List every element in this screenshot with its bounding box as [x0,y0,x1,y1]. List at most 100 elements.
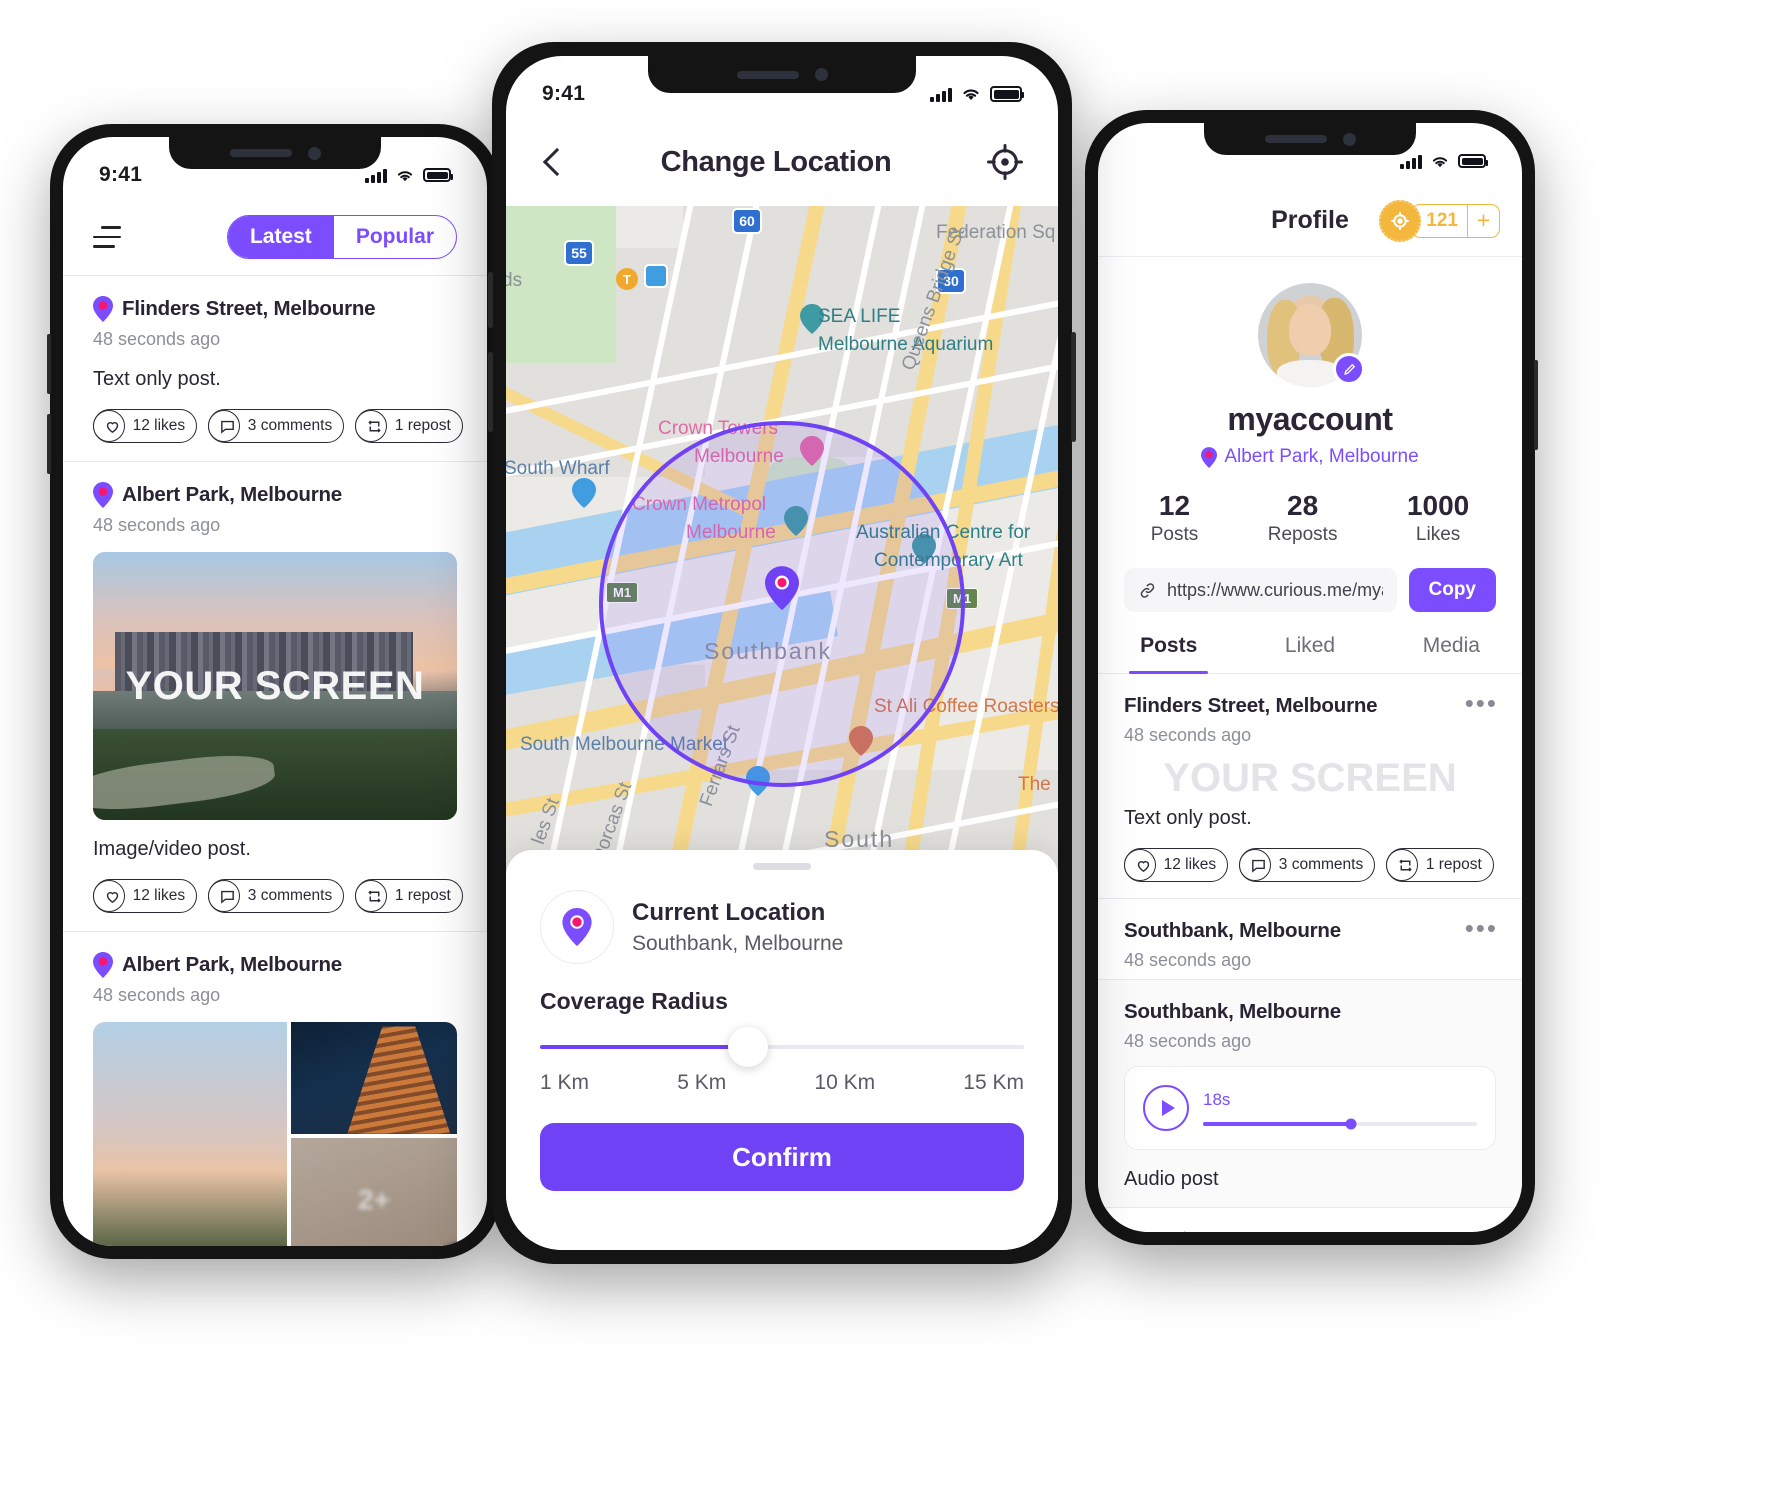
stat-posts[interactable]: 12 Posts [1151,490,1199,546]
feed-sort-segmented-control[interactable]: Latest Popular [226,215,457,259]
tick-1km: 1 Km [540,1071,590,1094]
copy-button[interactable]: Copy [1408,568,1496,612]
current-location-pin-icon[interactable] [765,566,799,611]
tab-popular[interactable]: Popular [334,216,456,258]
post-text: Audio post [1124,1168,1219,1190]
right-phone-notch [1204,123,1416,155]
play-icon[interactable] [1143,1085,1189,1131]
crosshair-icon[interactable] [986,143,1024,181]
profile-post-audio[interactable]: Southbank, Melbourne 48 seconds ago 18s … [1098,980,1522,1207]
repost-button[interactable]: 1 repost [1385,848,1494,882]
grid-tile-more[interactable]: 2+ [290,1137,457,1246]
comment-count: 3 comments [247,887,333,904]
tram-stop-icon: T [616,268,638,290]
post-location-row: Flinders Street, Melbourne [1124,694,1496,718]
profile-post[interactable]: ••• Southbank, Melbourne 48 seconds ago [1098,899,1522,979]
current-location-title: Current Location [632,898,826,926]
map-label-the: The [1018,774,1051,795]
pencil-icon[interactable] [1333,353,1365,385]
stat-reposts[interactable]: 28 Reposts [1268,490,1338,546]
comment-icon [207,880,240,912]
location-bottom-sheet[interactable]: Current Location Southbank, Melbourne Co… [506,850,1058,1250]
audio-player-card[interactable]: 18s [1124,1066,1496,1150]
stat-value: 12 [1158,490,1191,521]
front-camera [307,146,321,160]
profile-tabs[interactable]: Posts Liked Media [1098,634,1522,674]
repost-button[interactable]: 1 repost [354,409,463,443]
earpiece-speaker [1264,135,1327,143]
volume-down-button[interactable] [47,414,51,474]
center-phone-notch [648,56,916,93]
coin-count-pill[interactable]: 121 + [1411,203,1500,238]
current-location-value: Southbank, Melbourne [632,931,844,955]
audio-progress-slider[interactable] [1203,1118,1477,1130]
user-location-row[interactable]: Albert Park, Melbourne [1098,446,1522,468]
location-pin-icon [93,482,113,508]
audio-progress-knob[interactable] [1345,1118,1357,1130]
post-actions: 12 likes 3 comments 1 repost [1123,848,1496,882]
post-media-image[interactable]: YOUR SCREEN [93,552,457,820]
heart-icon [92,880,125,912]
tick-5km: 5 Km [677,1071,727,1094]
map-label-sealife: SEA LIFE [818,306,901,327]
volume-up-button[interactable] [488,272,493,328]
slider-tick-labels: 1 Km 5 Km 10 Km 15 Km [506,1049,1058,1095]
comment-button[interactable]: 3 comments [1238,848,1376,882]
stat-likes[interactable]: 1000 Likes [1407,490,1469,546]
profile-post[interactable]: Repost. 12 likes 3 comments 1 repost [1098,1208,1522,1232]
comment-icon [207,410,240,442]
post-text: Text only post. [93,368,221,390]
like-count: 12 likes [132,887,186,904]
feed-post[interactable]: Albert Park, Melbourne 48 seconds ago 2+ [63,932,487,1246]
route-shield-55: 55 [564,240,594,266]
media-watermark: YOUR SCREEN [1163,756,1457,800]
post-actions: 12 likes 3 comments 1 repost [92,879,463,913]
tick-15km: 15 Km [963,1071,1024,1094]
volume-down-button[interactable] [488,352,493,432]
like-button[interactable]: 12 likes [92,409,198,443]
current-location-icon-ring [540,890,614,964]
current-location-row[interactable]: Current Location Southbank, Melbourne [506,870,1058,964]
audio-progress-area[interactable]: 18s [1203,1090,1477,1130]
volume-up-button[interactable] [47,334,51,394]
coverage-radius-slider[interactable] [540,1027,1024,1067]
avatar-wrapper[interactable] [1258,283,1365,387]
like-button[interactable]: 12 likes [92,879,198,913]
ellipsis-icon[interactable]: ••• [1465,690,1498,716]
slider-knob[interactable] [728,1027,769,1067]
repost-button[interactable]: 1 repost [354,879,463,913]
feed-post[interactable]: Albert Park, Melbourne 48 seconds ago YO… [63,462,487,931]
coin-balance-badge[interactable]: 121 + [1379,199,1500,242]
sheet-grabber-handle[interactable] [753,863,811,870]
grid-tile[interactable] [290,1022,457,1134]
post-media-grid[interactable]: 2+ [93,1022,457,1246]
post-location-label: Southbank, Melbourne [1124,1000,1341,1023]
like-button[interactable]: 12 likes [1123,848,1229,882]
tab-latest[interactable]: Latest [227,216,334,258]
location-pin-icon [1201,446,1218,468]
profile-post[interactable]: ••• Flinders Street, Melbourne 48 second… [1098,674,1522,898]
earpiece-speaker [229,149,292,157]
tab-liked[interactable]: Liked [1239,634,1380,673]
target-icon [1379,199,1422,242]
grid-tile[interactable] [93,1022,287,1246]
hamburger-icon[interactable] [93,226,123,248]
feed-list[interactable]: Flinders Street, Melbourne 48 seconds ag… [63,275,487,1246]
chevron-left-icon[interactable] [540,143,566,181]
comment-button[interactable]: 3 comments [207,409,345,443]
profile-content[interactable]: myaccount Albert Park, Melbourne 12 Post… [1098,257,1522,1232]
add-coins-button[interactable]: + [1467,204,1499,237]
tab-media[interactable]: Media [1381,634,1522,673]
page-title: Profile [1271,206,1349,234]
ellipsis-icon[interactable]: ••• [1465,915,1498,941]
tab-posts[interactable]: Posts [1098,634,1239,674]
route-shield-60: 60 [732,208,762,234]
confirm-button[interactable]: Confirm [540,1123,1024,1191]
feed-post[interactable]: Flinders Street, Melbourne 48 seconds ag… [63,276,487,461]
post-location-row: Albert Park, Melbourne [93,482,457,508]
comment-button[interactable]: 3 comments [207,879,345,913]
repost-icon [1385,849,1418,881]
power-button[interactable] [1071,332,1076,442]
power-button[interactable] [1534,360,1538,450]
profile-url-field[interactable]: https://www.curious.me/myacc... [1124,568,1397,612]
